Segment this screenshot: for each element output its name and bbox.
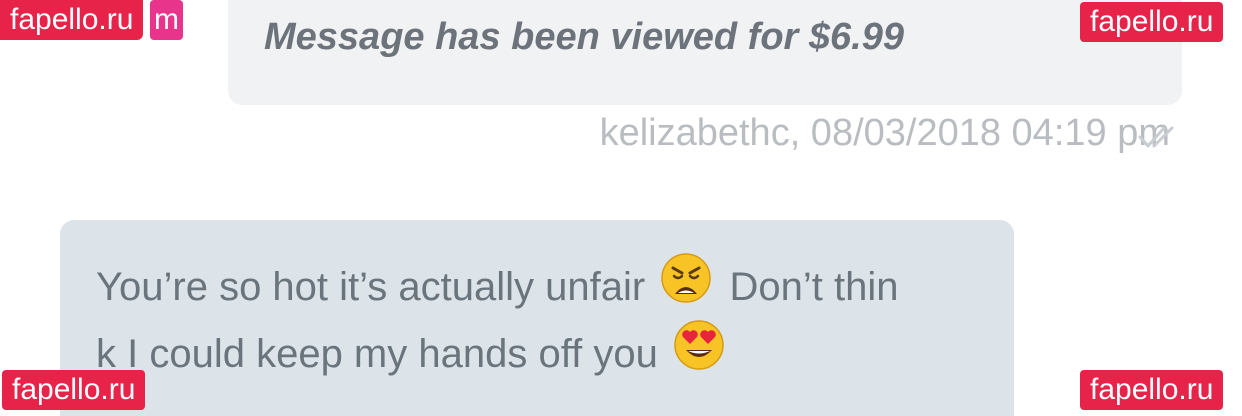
incoming-message-text: You’re so hot it’s actually unfair Don’t…: [96, 252, 996, 386]
message-text-part: Don’t thin: [729, 265, 899, 309]
message-text-part: k I could keep my hands off you: [96, 332, 658, 376]
double-check-icon: [1138, 126, 1174, 148]
heart-eyes-face-icon: [674, 320, 724, 370]
outgoing-message-bubble: Message has been viewed for $6.99: [228, 0, 1182, 105]
message-meta: kelizabethc, 08/03/2018 04:19 pm: [599, 112, 1170, 154]
watermark-bottom-right: fapello.ru: [1080, 370, 1224, 410]
watermark-text: fapello.ru: [1090, 5, 1214, 38]
watermark-text: fapello.ru: [12, 373, 136, 406]
watermark-bottom-left: fapello.ru: [2, 370, 146, 410]
watermark-text: m: [154, 3, 179, 36]
watermark-top-left: fapello.ru: [0, 0, 144, 40]
weary-face-icon: [661, 253, 712, 303]
watermark-text: fapello.ru: [10, 3, 134, 36]
message-text-part: You’re so hot it’s actually unfair: [96, 265, 646, 309]
watermark-top-right: fapello.ru: [1080, 2, 1224, 42]
paid-message-notice: Message has been viewed for $6.99: [264, 16, 904, 58]
watermark-partial: m: [150, 0, 183, 40]
watermark-text: fapello.ru: [1090, 373, 1214, 406]
incoming-message-bubble: You’re so hot it’s actually unfair Don’t…: [60, 220, 1014, 416]
